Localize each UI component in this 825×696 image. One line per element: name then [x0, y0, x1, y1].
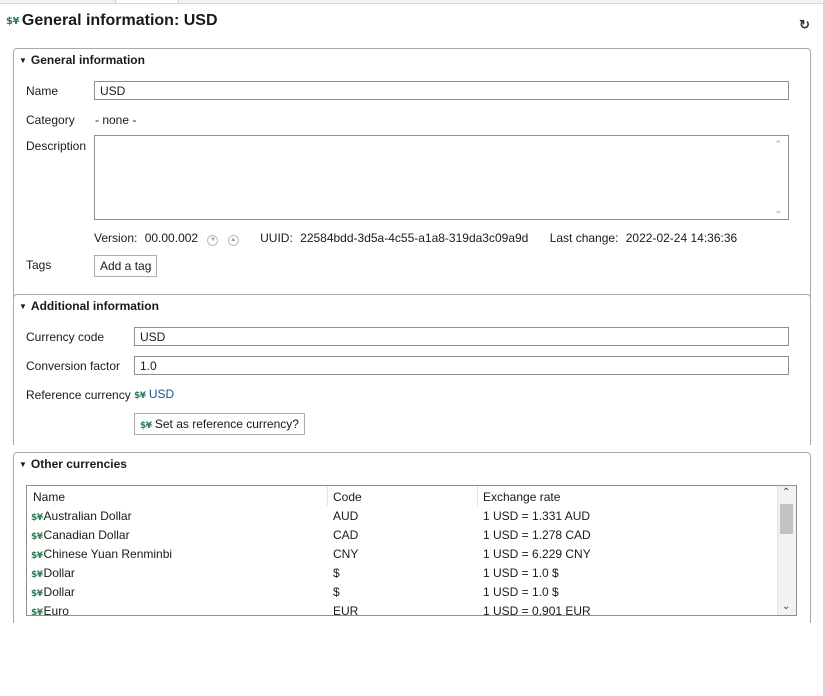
currency-icon: $¥ [31, 513, 43, 523]
currency-code-label: Currency code [26, 330, 105, 344]
exchange-rate-cell: 1 USD = 1.278 CAD [483, 528, 591, 542]
currency-name: Canadian Dollar [43, 528, 130, 542]
currency-code-cell: $ [333, 566, 340, 580]
refresh-icon[interactable]: ↻ [799, 17, 810, 33]
set-reference-currency-button[interactable]: $¥ Set as reference currency? [134, 413, 305, 435]
version-up-icon[interactable]: ▲ [227, 235, 239, 246]
currencies-table[interactable]: Name Code Exchange rate $¥Australian Dol… [26, 485, 797, 616]
currency-icon: $¥ [31, 608, 43, 616]
table-header: Name Code Exchange rate [27, 486, 779, 506]
version-value: 00.00.002 [144, 231, 199, 245]
currency-code-cell: $ [333, 585, 340, 599]
currency-name: Australian Dollar [43, 509, 132, 523]
general-information-title: General information [30, 53, 145, 67]
other-currencies-title: Other currencies [30, 457, 127, 471]
uuid-label: UUID: [260, 231, 293, 245]
table-row[interactable]: $¥Australian Dollar AUD 1 USD = 1.331 AU… [27, 507, 779, 526]
scroll-down-icon[interactable]: ⌄ [774, 205, 782, 216]
exchange-rate-cell: 1 USD = 0.901 EUR [483, 604, 591, 616]
currency-icon: $¥ [31, 551, 43, 561]
column-header-name[interactable]: Name [33, 490, 65, 504]
currency-name: Chinese Yuan Renminbi [43, 547, 173, 561]
table-vertical-scrollbar[interactable]: ⌃ ⌄ [777, 486, 796, 615]
currency-code-field[interactable]: USD [134, 327, 789, 346]
currency-code-cell: AUD [333, 509, 359, 523]
last-change-label: Last change: [549, 231, 619, 245]
last-change-value: 2022-02-24 14:36:36 [625, 231, 738, 245]
reference-currency-link[interactable]: $¥ USD [134, 387, 174, 401]
version-down-icon[interactable]: ▼ [207, 235, 219, 246]
category-value: - none - [95, 113, 137, 127]
exchange-rate-cell: 1 USD = 1.0 $ [483, 566, 559, 580]
conversion-factor-label: Conversion factor [26, 359, 121, 373]
scroll-up-icon[interactable]: ⌃ [774, 139, 782, 150]
currency-icon: $¥ [31, 532, 43, 542]
table-row[interactable]: $¥Chinese Yuan Renminbi CNY 1 USD = 6.22… [27, 545, 779, 564]
general-information-header[interactable]: ▼ General information [19, 53, 145, 67]
currency-code-cell: CAD [333, 528, 359, 542]
scroll-down-icon[interactable]: ⌄ [782, 601, 790, 612]
set-reference-currency-label: Set as reference currency? [154, 417, 299, 431]
chevron-down-icon: ▼ [19, 56, 27, 65]
currency-code-cell: EUR [333, 604, 359, 616]
description-label: Description [26, 139, 87, 153]
table-row[interactable]: $¥Dollar $ 1 USD = 1.0 $ [27, 583, 779, 602]
exchange-rate-cell: 1 USD = 6.229 CNY [483, 547, 591, 561]
exchange-rate-cell: 1 USD = 1.0 $ [483, 585, 559, 599]
currency-icon: $¥ [31, 589, 43, 599]
tab-strip-divider [0, 3, 825, 4]
scrollbar-thumb[interactable] [780, 504, 793, 534]
currency-name: Euro [43, 604, 69, 616]
additional-information-header[interactable]: ▼ Additional information [19, 299, 159, 313]
name-label: Name [26, 84, 59, 98]
other-currencies-header[interactable]: ▼ Other currencies [19, 457, 127, 471]
column-separator[interactable] [327, 486, 328, 506]
add-tag-button[interactable]: Add a tag [94, 255, 158, 277]
chevron-down-icon: ▼ [19, 302, 27, 311]
scroll-up-icon[interactable]: ⌃ [782, 487, 790, 498]
table-row[interactable]: $¥Euro EUR 1 USD = 0.901 EUR [27, 602, 779, 616]
exchange-rate-cell: 1 USD = 1.331 AUD [483, 509, 591, 523]
currency-name: Dollar [43, 585, 75, 599]
column-header-code[interactable]: Code [333, 490, 362, 504]
currency-name-cell: $¥Australian Dollar [31, 509, 132, 523]
uuid-value: 22584bdd-3d5a-4c55-a1a8-319da3c09a9d [300, 231, 529, 245]
category-label: Category [26, 113, 75, 127]
conversion-factor-field[interactable]: 1.0 [134, 356, 789, 375]
description-field[interactable]: ⌃ ⌄ [94, 135, 789, 220]
currency-name: Dollar [43, 566, 75, 580]
currency-name-cell: $¥Canadian Dollar [31, 528, 130, 542]
editor-tab-strip [0, 0, 825, 4]
reference-currency-label: Reference currency [26, 388, 131, 402]
currency-icon: $¥ [6, 16, 19, 27]
currency-name-cell: $¥Chinese Yuan Renminbi [31, 547, 172, 561]
column-separator[interactable] [477, 486, 478, 506]
page-title: $¥ General information: USD [6, 12, 218, 30]
table-row[interactable]: $¥Canadian Dollar CAD 1 USD = 1.278 CAD [27, 526, 779, 545]
currency-icon: $¥ [134, 391, 146, 401]
currency-icon: $¥ [140, 421, 152, 431]
version-info: Version: 00.00.002 ▼ ▲ UUID: 22584bdd-3d… [94, 231, 737, 246]
name-field[interactable]: USD [94, 81, 789, 100]
page-title-text: General information: USD [21, 12, 218, 29]
currency-name-cell: $¥Dollar [31, 566, 75, 580]
currency-code-cell: CNY [333, 547, 359, 561]
chevron-down-icon: ▼ [19, 460, 27, 469]
column-header-exchange-rate[interactable]: Exchange rate [483, 490, 560, 504]
reference-currency-value: USD [148, 387, 175, 401]
currency-name-cell: $¥Dollar [31, 585, 75, 599]
tags-label: Tags [26, 258, 52, 272]
table-row[interactable]: $¥Dollar $ 1 USD = 1.0 $ [27, 564, 779, 583]
additional-information-title: Additional information [30, 299, 159, 313]
version-label: Version: [94, 231, 138, 245]
currency-name-cell: $¥Euro [31, 604, 69, 616]
currency-icon: $¥ [31, 570, 43, 580]
